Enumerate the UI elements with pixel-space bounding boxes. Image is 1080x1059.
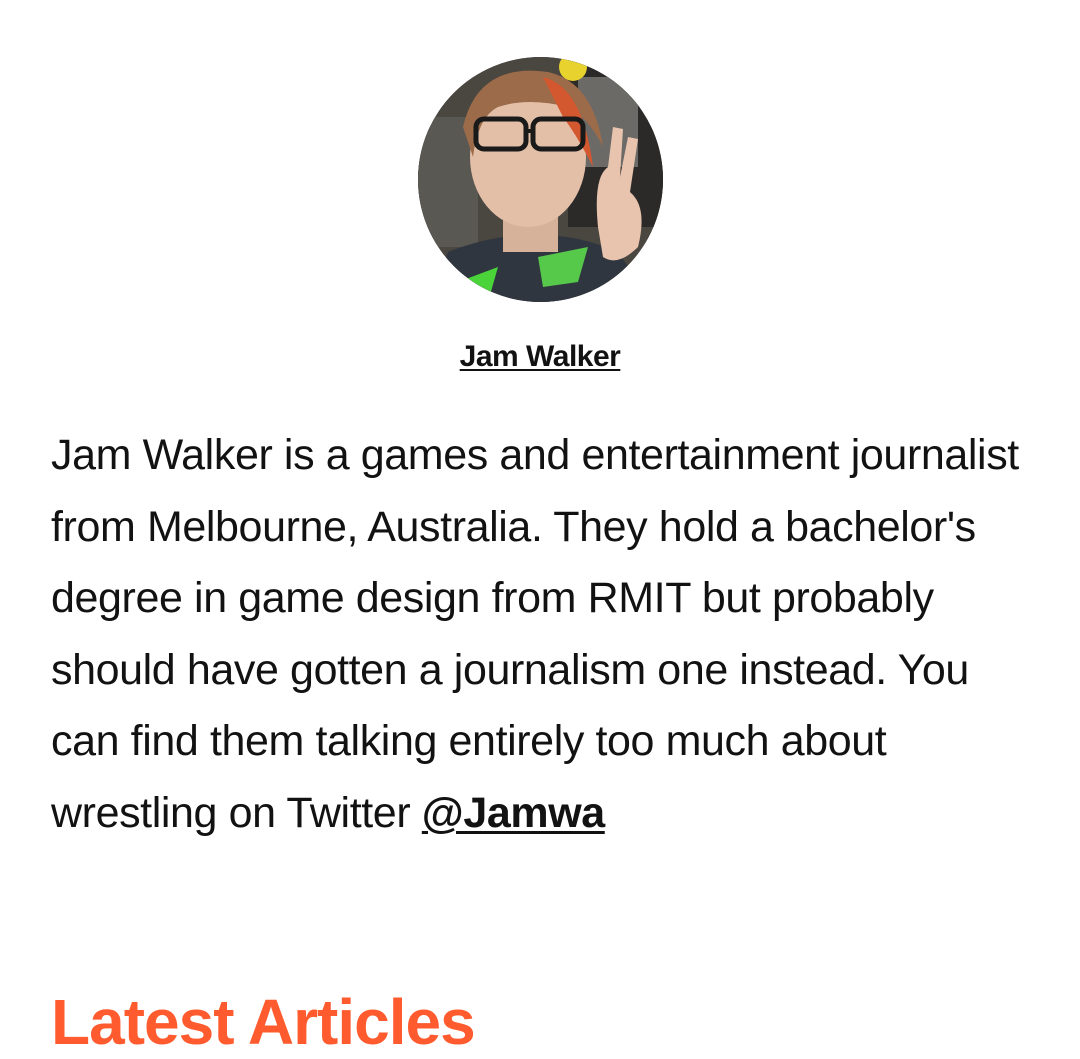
author-photo-icon (418, 57, 663, 302)
author-bio-text: Jam Walker is a games and entertainment … (51, 431, 1019, 837)
author-avatar (418, 57, 663, 302)
author-bio: Jam Walker is a games and entertainment … (51, 420, 1036, 849)
author-profile-link[interactable]: Jam Walker (460, 340, 621, 373)
author-name-heading: Jam Walker (0, 340, 1080, 374)
latest-articles-heading: Latest Articles (51, 986, 476, 1058)
twitter-handle-link[interactable]: @Jamwa (422, 789, 605, 837)
